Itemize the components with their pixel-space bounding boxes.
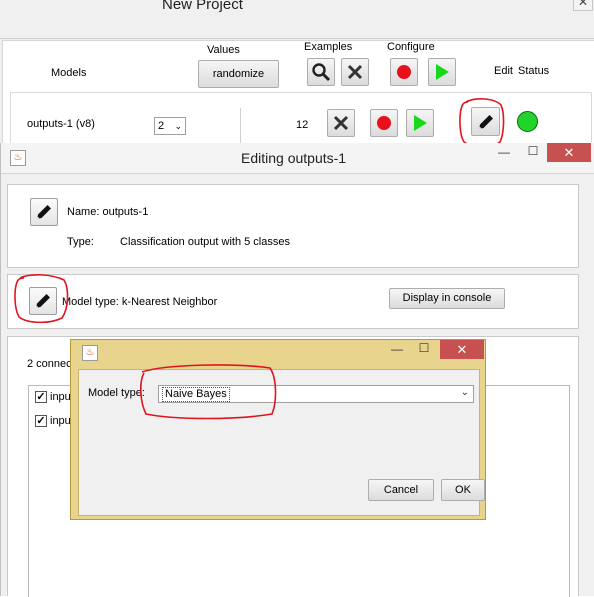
app-icon: ♨ (10, 150, 26, 166)
edit-header: Edit (494, 65, 513, 77)
maximize-icon[interactable]: ☐ (523, 144, 543, 158)
row-record-button[interactable] (370, 109, 398, 137)
main-window: New Project ✕ Values Examples Configure … (0, 0, 594, 152)
ok-button[interactable]: OK (441, 479, 485, 501)
record-icon (377, 116, 391, 130)
examples-header: Examples (304, 41, 353, 53)
run-icon (413, 115, 427, 131)
pencil-icon (478, 114, 493, 129)
record-icon (397, 65, 411, 79)
checkbox-icon[interactable]: ✓ (35, 391, 47, 403)
model-name: outputs-1 (v8) (27, 118, 95, 130)
edit-model-type-button[interactable] (29, 287, 57, 315)
examples-clear-button[interactable] (341, 58, 369, 86)
row-run-button[interactable] (406, 109, 434, 137)
model-type-dialog: ♨ — ☐ ✕ Model type: Naive Bayes ⌄ Cancel… (70, 339, 486, 520)
name-label: Name: outputs-1 (67, 206, 149, 218)
model-type-select-value: Naive Bayes (162, 387, 230, 402)
cancel-button[interactable]: Cancel (368, 479, 434, 501)
close-icon[interactable]: ✕ (573, 0, 593, 11)
values-header: Values (207, 44, 240, 56)
search-icon (312, 63, 331, 82)
editing-dialog-title: Editing outputs-1 (241, 150, 347, 166)
chevron-down-icon: ⌄ (460, 387, 469, 398)
pencil-icon (36, 294, 50, 308)
examples-search-button[interactable] (307, 58, 335, 86)
minimize-icon[interactable]: — (387, 342, 407, 356)
editing-titlebar: ♨ Editing outputs-1 — ☐ ✕ (1, 143, 594, 174)
model-type-group: Model type: k-Nearest Neighbor Display i… (7, 274, 579, 329)
model-type-dialog-content: Model type: Naive Bayes ⌄ Cancel OK (78, 369, 485, 516)
clear-icon (347, 64, 363, 80)
pencil-icon (37, 205, 51, 219)
checkbox-icon[interactable]: ✓ (35, 415, 47, 427)
edit-name-button[interactable] (30, 198, 58, 226)
display-in-console-button[interactable]: Display in console (389, 288, 505, 309)
connections-count: 2 connec (27, 358, 72, 370)
version-value: 2 (158, 120, 165, 132)
window-title: New Project (162, 0, 243, 13)
model-type-field-label: Model type: (88, 387, 145, 399)
maximize-icon[interactable]: ☐ (414, 341, 434, 355)
row-clear-button[interactable] (327, 109, 355, 137)
close-icon[interactable]: ✕ (547, 143, 591, 162)
configure-header: Configure (387, 41, 435, 53)
configure-run-button[interactable] (428, 58, 456, 86)
app-icon: ♨ (82, 345, 98, 361)
model-type-label: Model type: k-Nearest Neighbor (62, 296, 218, 308)
close-icon[interactable]: ✕ (440, 340, 484, 359)
configure-record-button[interactable] (390, 58, 418, 86)
edit-model-button[interactable] (471, 107, 500, 136)
main-titlebar: New Project ✕ (0, 0, 594, 39)
run-icon (435, 64, 449, 80)
type-value: Classification output with 5 classes (120, 236, 290, 248)
randomize-button[interactable]: randomize (198, 60, 279, 88)
model-type-select[interactable]: Naive Bayes ⌄ (158, 385, 474, 403)
minimize-icon[interactable]: — (494, 145, 514, 159)
status-indicator (517, 111, 538, 132)
status-header: Status (518, 65, 550, 77)
examples-count: 12 (296, 119, 309, 131)
version-select[interactable]: 2 ⌄ (154, 117, 186, 135)
name-group: Name: outputs-1 Type: Classification out… (7, 184, 579, 268)
chevron-down-icon: ⌄ (174, 121, 182, 131)
clear-icon (333, 115, 349, 131)
type-label: Type: (67, 236, 94, 248)
models-header: Models (51, 67, 87, 79)
